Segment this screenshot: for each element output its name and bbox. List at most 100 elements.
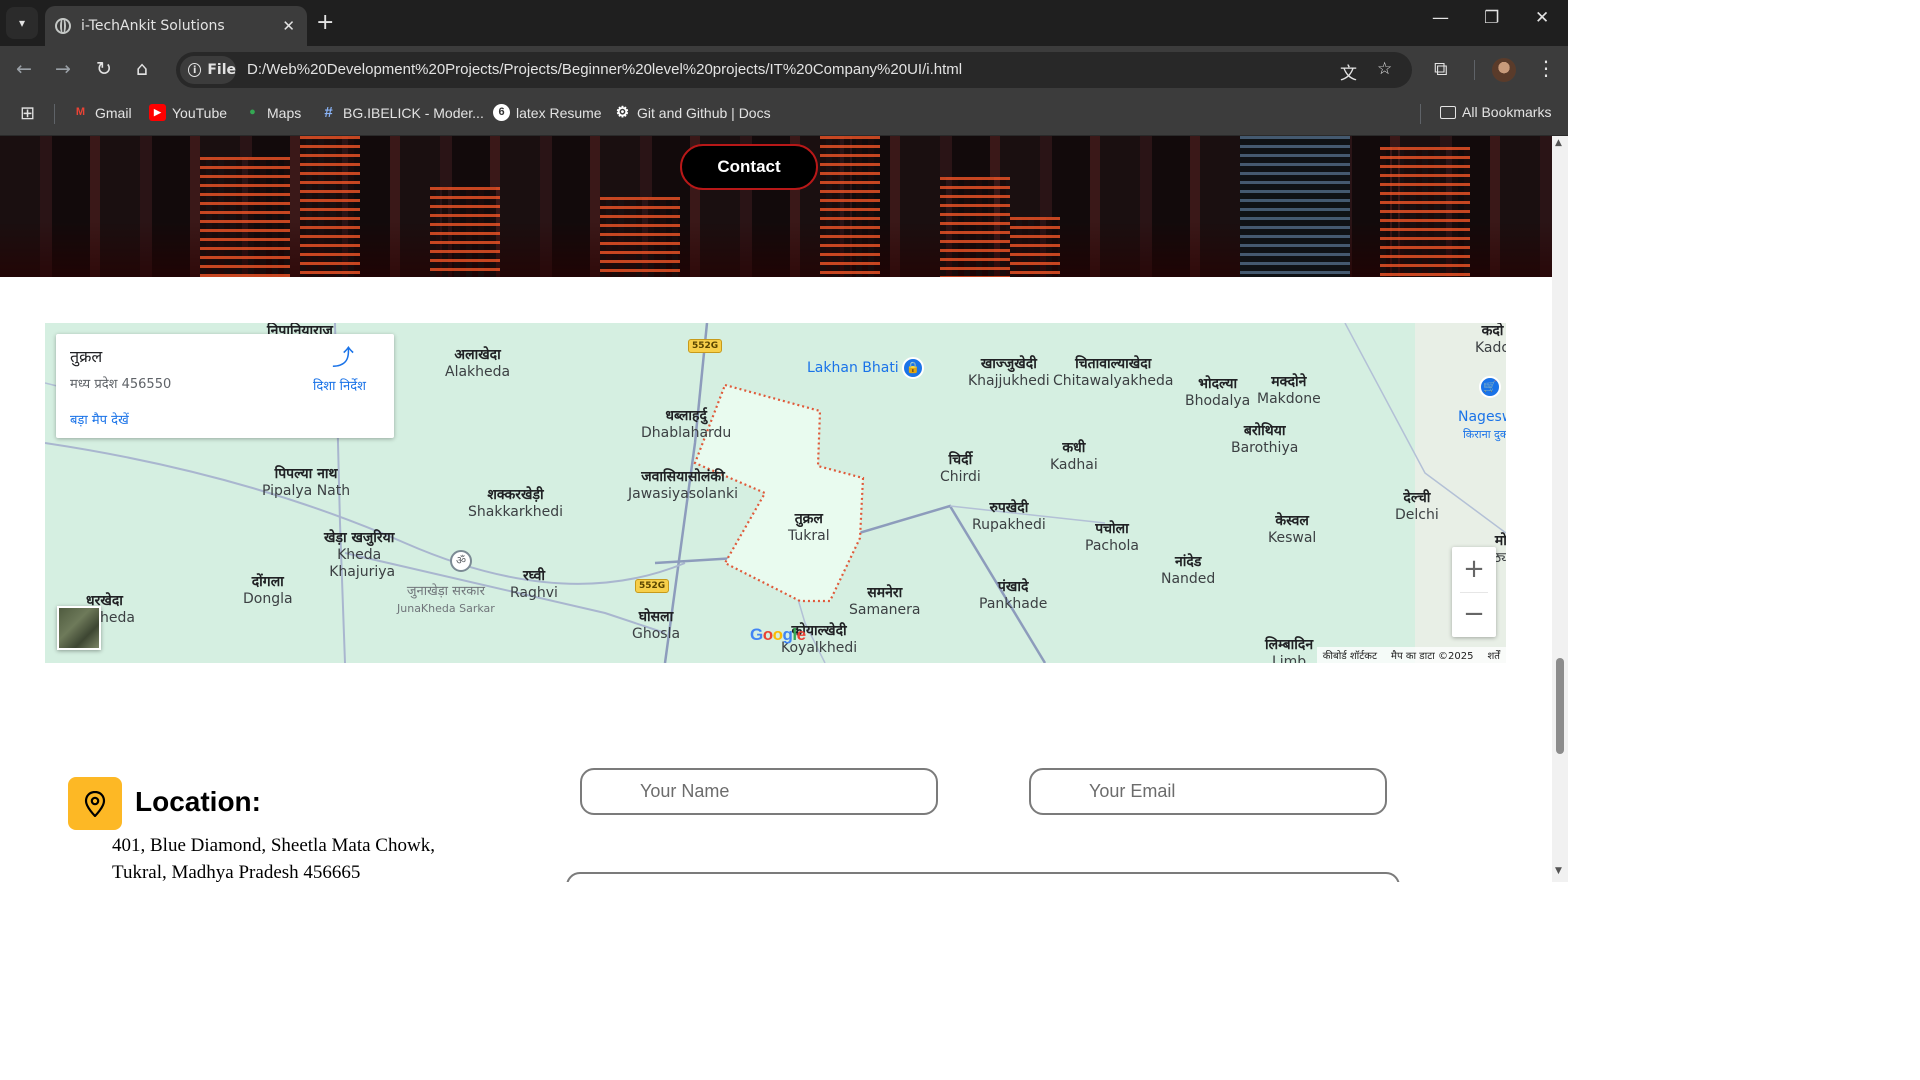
google-logo: Google xyxy=(750,625,806,644)
embedded-map[interactable]: 552G 552G निपानियाराज अलाखेदा Alakheda La… xyxy=(45,323,1506,663)
map-label: घोसला Ghosla xyxy=(632,609,681,642)
map-label: मक्दोने Makdone xyxy=(1257,374,1321,407)
close-tab-icon[interactable]: ✕ xyxy=(282,17,295,35)
globe-icon xyxy=(55,18,71,34)
map-label: दोंगला Dongla xyxy=(243,574,293,607)
window-close-icon[interactable]: ✕ xyxy=(1535,8,1549,28)
email-input[interactable] xyxy=(1029,768,1387,815)
browser-toolbar: ← → ↻ ⌂ i File D:/Web%20Development%20Pr… xyxy=(0,46,1568,94)
map-label-selected: तुक्रल Tukral xyxy=(788,511,830,544)
bookmarks-divider xyxy=(54,104,55,124)
zoom-controls: + − xyxy=(1452,547,1496,637)
bookmark-bg-ibelick[interactable]: # BG.IBELICK - Moder... xyxy=(320,104,484,121)
tab-strip: ▾ i-TechAnkit Solutions ✕ + — ❐ ✕ xyxy=(0,0,1568,46)
hero-cityscape: Contact xyxy=(0,136,1552,277)
map-label: कदो Kado xyxy=(1475,323,1506,356)
bookmark-maps[interactable]: ● Maps xyxy=(244,104,301,121)
all-bookmarks[interactable]: All Bookmarks xyxy=(1440,104,1551,120)
lock-poi-icon[interactable]: 🔒 xyxy=(902,357,924,379)
place-title: तुक्रल xyxy=(70,347,103,366)
forward-arrow-icon[interactable]: → xyxy=(55,58,71,80)
temple-poi-icon[interactable]: ॐ xyxy=(450,550,472,572)
place-subtitle: मध्य प्रदेश 456550 xyxy=(70,377,172,392)
gmail-icon: M xyxy=(75,106,86,118)
map-poi-label[interactable]: जुनाखेड़ा सरकार JunaKheda Sarkar xyxy=(397,583,495,617)
page-scrollbar[interactable]: ▲ ▼ xyxy=(1552,136,1568,882)
apps-grid-icon[interactable]: ⊞ xyxy=(20,103,35,124)
route-badge-552g: 552G xyxy=(688,339,723,353)
map-label: पिपल्या नाथ Pipalya Nath xyxy=(262,466,351,499)
minimize-icon[interactable]: — xyxy=(1432,8,1449,28)
name-input[interactable] xyxy=(580,768,938,815)
map-label: नांदेड Nanded xyxy=(1161,554,1216,587)
keyboard-shortcuts-link[interactable]: कीबोर्ड शॉर्टकट xyxy=(1323,648,1377,662)
bookmarks-bar: ⊞ M Gmail ▶ YouTube ● Maps # BG.IBELICK - Mo… xyxy=(0,94,1568,136)
bookmark-youtube[interactable]: ▶ YouTube xyxy=(149,104,227,121)
map-label: कधी Kadhai xyxy=(1050,440,1098,473)
extensions-icon[interactable]: ⧉ xyxy=(1434,58,1448,80)
zoom-out-button[interactable]: − xyxy=(1452,592,1496,637)
tab-search-button[interactable]: ▾ xyxy=(6,7,38,39)
zoom-in-button[interactable]: + xyxy=(1452,547,1496,592)
terms-link[interactable]: शर्तें xyxy=(1488,648,1501,662)
back-arrow-icon[interactable]: ← xyxy=(16,58,32,80)
star-icon[interactable]: ☆ xyxy=(1377,59,1392,79)
url-text[interactable]: D:/Web%20Development%20Projects/Projects… xyxy=(247,61,962,78)
satellite-layer-toggle[interactable] xyxy=(57,606,101,650)
map-label: खाज्जुखेदी Khajjukhedi xyxy=(968,356,1050,389)
map-label: भोदल्या Bhodalya xyxy=(1185,376,1251,409)
more-menu-icon[interactable]: ⋮ xyxy=(1536,56,1556,80)
shopping-cart-poi-icon[interactable]: 🛒 xyxy=(1479,376,1501,398)
map-label: देल्ची Delchi xyxy=(1395,490,1439,523)
scroll-down-icon[interactable]: ▼ xyxy=(1555,866,1562,876)
contact-button[interactable]: Contact xyxy=(680,144,818,190)
bookmark-gmail[interactable]: M Gmail xyxy=(72,104,132,121)
profile-avatar[interactable] xyxy=(1492,58,1516,82)
larger-map-link[interactable]: बड़ा मैप देखें xyxy=(70,410,129,428)
tab-title: i-TechAnkit Solutions xyxy=(81,18,225,34)
info-icon: i xyxy=(188,63,202,77)
gear-icon: ⚙ xyxy=(615,104,630,121)
map-label: बरोथिया Barothiya xyxy=(1231,423,1299,456)
map-label: समनेरा Samanera xyxy=(849,585,921,618)
map-label: चिर्दी Chirdi xyxy=(940,452,981,485)
location-heading: Location: xyxy=(135,786,261,817)
map-label: पंखादे Pankhade xyxy=(979,579,1048,612)
map-poi-label[interactable]: Nageswकिराना दुक xyxy=(1458,409,1506,443)
location-address: 401, Blue Diamond, Sheetla Mata Chowk, T… xyxy=(112,835,435,882)
message-input[interactable] xyxy=(566,872,1400,882)
bookmarks-divider-right xyxy=(1420,104,1421,124)
site-info-chip[interactable]: i File xyxy=(180,56,236,84)
bookmark-latex-resume[interactable]: 6 latex Resume xyxy=(493,104,602,121)
address-bar[interactable]: i File D:/Web%20Development%20Projects/P… xyxy=(176,52,1412,88)
home-icon[interactable]: ⌂ xyxy=(136,58,148,80)
overleaf-icon: 6 xyxy=(493,104,510,121)
map-label: जवासियासोलंकी Jawasiyasolanki xyxy=(628,469,738,502)
restore-icon[interactable]: ❐ xyxy=(1484,8,1499,28)
map-attribution: कीबोर्ड शॉर्टकट मैप का डाटा ©2025 शर्तें xyxy=(1316,647,1506,663)
translate-icon[interactable]: 文 xyxy=(1340,59,1357,84)
map-place-card: तुक्रल मध्य प्रदेश 456550 बड़ा मैप देखें… xyxy=(56,334,394,438)
map-label: अलाखेदा Alakheda xyxy=(445,347,511,380)
new-tab-button[interactable]: + xyxy=(316,10,334,35)
scrollbar-thumb[interactable] xyxy=(1556,658,1564,754)
map-label: चितावाल्याखेदा Chitawalyakheda xyxy=(1053,356,1174,389)
map-label: खेड़ा खजुरिया Kheda Khajuriya xyxy=(324,530,396,580)
scroll-up-icon[interactable]: ▲ xyxy=(1555,138,1562,148)
map-label: लिम्बादिन Limb xyxy=(1265,637,1314,663)
map-label: शक्करखेड़ी Shakkarkhedi xyxy=(468,487,564,520)
directions-icon[interactable]: ⤴ xyxy=(332,348,354,370)
maps-icon: ● xyxy=(249,106,256,118)
map-label: रघ्वी Raghvi xyxy=(510,568,558,601)
map-data-text: मैप का डाटा ©2025 xyxy=(1391,651,1474,662)
bookmark-git-github-docs[interactable]: ⚙ Git and Github | Docs xyxy=(614,104,771,121)
site-info-label: File xyxy=(207,62,236,78)
active-tab[interactable]: i-TechAnkit Solutions ✕ xyxy=(45,6,307,46)
directions-link[interactable]: दिशा निर्देश xyxy=(313,376,366,394)
route-badge-552g: 552G xyxy=(635,579,670,593)
map-poi-label[interactable]: Lakhan Bhati xyxy=(807,360,899,377)
youtube-icon: ▶ xyxy=(149,104,166,121)
chevron-down-icon: ▾ xyxy=(18,16,26,30)
reload-icon[interactable]: ↻ xyxy=(96,58,112,80)
map-label: पचोला Pachola xyxy=(1085,521,1139,554)
